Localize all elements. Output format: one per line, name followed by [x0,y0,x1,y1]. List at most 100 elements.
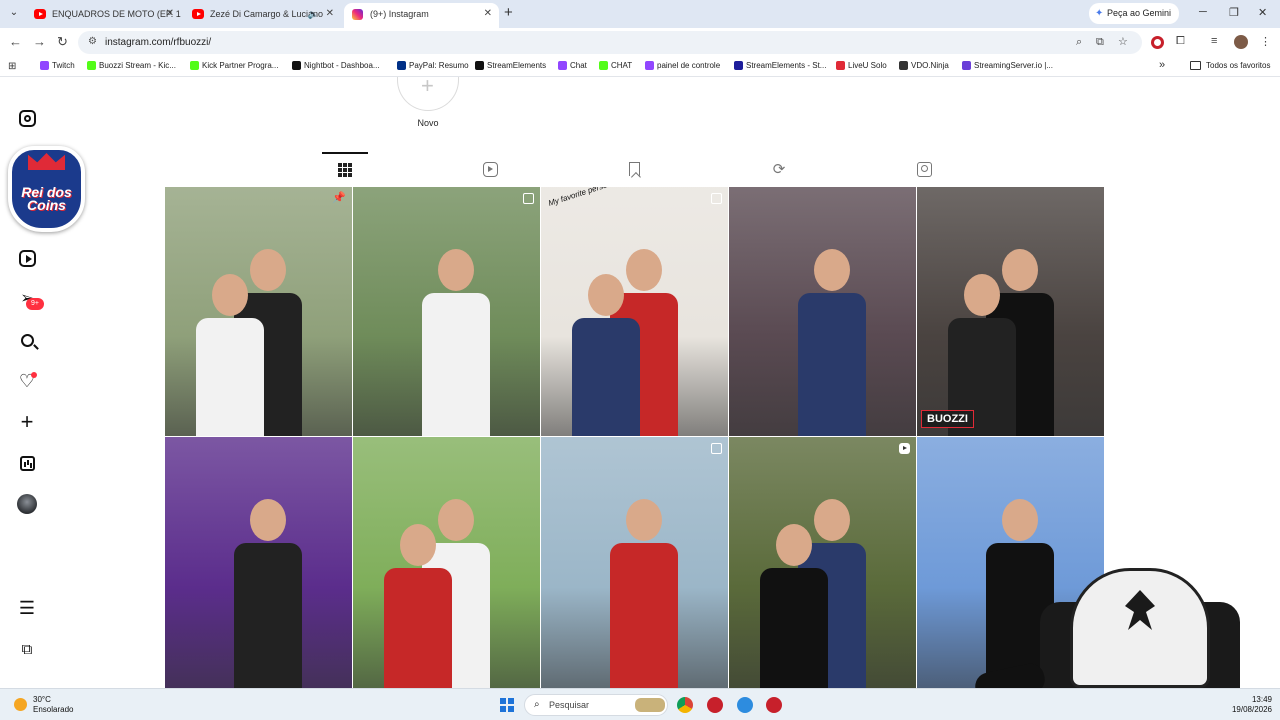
close-tab-icon[interactable]: ✕ [166,3,174,25]
post-thumbnail[interactable]: My favorite person [541,187,728,436]
reels-icon[interactable] [17,248,37,268]
also-from-meta-icon[interactable]: ⧉ [17,640,37,660]
all-bookmarks-label: Todos os favoritos [1206,61,1271,70]
bookmark-item[interactable]: painel de controle [645,61,720,70]
taskbar-search[interactable]: ⌕ Pesquisar [524,694,668,716]
tab-saved[interactable] [611,152,657,186]
search-icon: ⌕ [534,699,540,710]
bookmark-icon [628,162,640,176]
tab-tagged[interactable] [901,152,947,186]
bookmark-favicon-icon [87,61,96,70]
post-thumbnail[interactable] [353,187,540,436]
gemini-button[interactable]: ✦ Peça ao Gemini [1089,3,1180,24]
more-menu-icon[interactable]: ☰ [17,598,37,618]
tab-reels[interactable] [467,152,513,186]
bookmark-item[interactable]: Kick Partner Progra... [190,61,278,70]
bookmark-item[interactable]: VDO.Ninja [899,61,949,70]
more-bookmarks-chevron-icon[interactable]: » [1159,59,1165,71]
forward-arrow-icon[interactable]: → [33,34,46,49]
reload-icon[interactable]: ↻ [57,34,68,50]
zoom-icon[interactable]: ⌕ [1076,36,1082,49]
post-thumbnail[interactable] [729,437,916,688]
install-app-icon[interactable]: ⧉ [1096,36,1104,49]
close-tab-icon[interactable]: ✕ [484,3,492,25]
profile-avatar[interactable] [1234,35,1248,49]
messages-badge: 9+ [26,298,44,310]
apps-grid-icon[interactable]: ⊞ [8,61,16,72]
tab-youtube-music[interactable]: Zezé Di Camargo & Luciano 🔈 ✕ [184,3,341,28]
instagram-icon [352,9,363,20]
weather-widget[interactable]: 30°C Ensolarado [33,695,73,715]
dashboard-icon[interactable] [17,453,37,473]
post-thumbnail[interactable]: 📌 [165,187,352,436]
extension-record-icon[interactable] [1151,36,1164,49]
grid-icon [338,163,352,177]
bookmark-item[interactable]: Nightbot - Dashboa... [292,61,380,70]
bookmark-item[interactable]: Chat [558,61,587,70]
create-plus-icon[interactable]: + [17,411,37,433]
youtube-icon [34,9,46,19]
site-info-icon[interactable]: ⚙ [88,36,97,47]
bookmark-label: Buozzi Stream - Kic... [99,61,176,70]
tab-search-icon[interactable]: ⌄ [6,5,22,21]
bookmarks-bar: ⊞ Twitch Buozzi Stream - Kic... Kick Partn… [0,57,1280,77]
minimize-button[interactable]: ─ [1199,6,1207,18]
post-handwriting-text: My favorite person [547,187,613,208]
tab-reposts[interactable]: ⟳ [756,152,802,186]
bookmark-item[interactable]: Twitch [40,61,75,70]
close-tab-icon[interactable]: ✕ [326,3,334,25]
instagram-logo-icon[interactable] [17,108,37,128]
tab-instagram[interactable]: (9+) Instagram ✕ [344,3,499,28]
back-arrow-icon[interactable]: ← [9,34,22,49]
tab-posts[interactable] [322,152,368,186]
app-blue-icon[interactable] [737,697,753,713]
gaming-chair-overlay [1040,562,1240,688]
menu-kebab-icon[interactable]: ⋮ [1260,35,1271,48]
bookmark-star-icon[interactable]: ☆ [1118,35,1128,48]
post-thumbnail[interactable]: BUOZZI [917,187,1104,436]
new-highlight-button[interactable] [397,73,459,111]
bookmark-favicon-icon [734,61,743,70]
post-thumbnail[interactable] [541,437,728,688]
bookmark-item[interactable]: LiveU Solo [836,61,887,70]
tab-title: Zezé Di Camargo & Luciano [210,9,324,19]
post-thumbnail[interactable] [353,437,540,688]
windows-start-icon[interactable] [500,698,514,712]
post-thumbnail[interactable] [165,437,352,688]
bookmark-favicon-icon [836,61,845,70]
system-clock[interactable]: 13:49 19/08/2026 [1222,695,1272,715]
tab-youtube-moto[interactable]: ENQUADROS DE MOTO (EP. 12 ✕ [26,3,181,28]
gemini-label: Peça ao Gemini [1107,8,1172,18]
bookmark-favicon-icon [292,61,301,70]
bookmark-favicon-icon [397,61,406,70]
reels-icon [482,161,498,177]
maximize-button[interactable]: ❐ [1229,6,1239,19]
all-bookmarks-button[interactable]: Todos os favoritos [1190,61,1270,70]
bookmark-label: VDO.Ninja [911,61,949,70]
bookmark-item[interactable]: StreamingServer.io |... [962,61,1053,70]
close-window-button[interactable]: ✕ [1258,6,1267,19]
new-tab-button[interactable]: + [504,4,513,21]
profile-avatar[interactable] [17,494,37,514]
extensions-icon[interactable]: ⧠ [1176,35,1185,48]
chrome-icon[interactable] [677,697,693,713]
bookmark-item[interactable]: Buozzi Stream - Kic... [87,61,176,70]
search-icon[interactable] [17,330,37,350]
speaker-icon[interactable]: 🔈 [308,3,319,25]
bookmark-label: PayPal: Resumo [409,61,469,70]
bookmark-item[interactable]: PayPal: Resumo [397,61,469,70]
post-thumbnail[interactable] [729,187,916,436]
address-bar[interactable]: ⚙ instagram.com/rfbuozzi/ ⌕ ⧉ ☆ [78,31,1142,54]
media-controls-icon[interactable]: ≡ [1211,35,1217,47]
bookmark-label: StreamingServer.io |... [974,61,1053,70]
sun-icon[interactable] [14,698,27,711]
new-highlight-label: Novo [417,118,439,128]
carousel-icon [523,193,534,204]
app-red-icon-2[interactable] [766,697,782,713]
app-red-icon[interactable] [707,697,723,713]
bookmark-item[interactable]: StreamElements - St... [734,61,826,70]
bookmark-item[interactable]: StreamElements [475,61,546,70]
bookmark-item[interactable]: CHAT [599,61,632,70]
carousel-icon [711,193,722,204]
post-caption-tag: BUOZZI [921,410,974,428]
